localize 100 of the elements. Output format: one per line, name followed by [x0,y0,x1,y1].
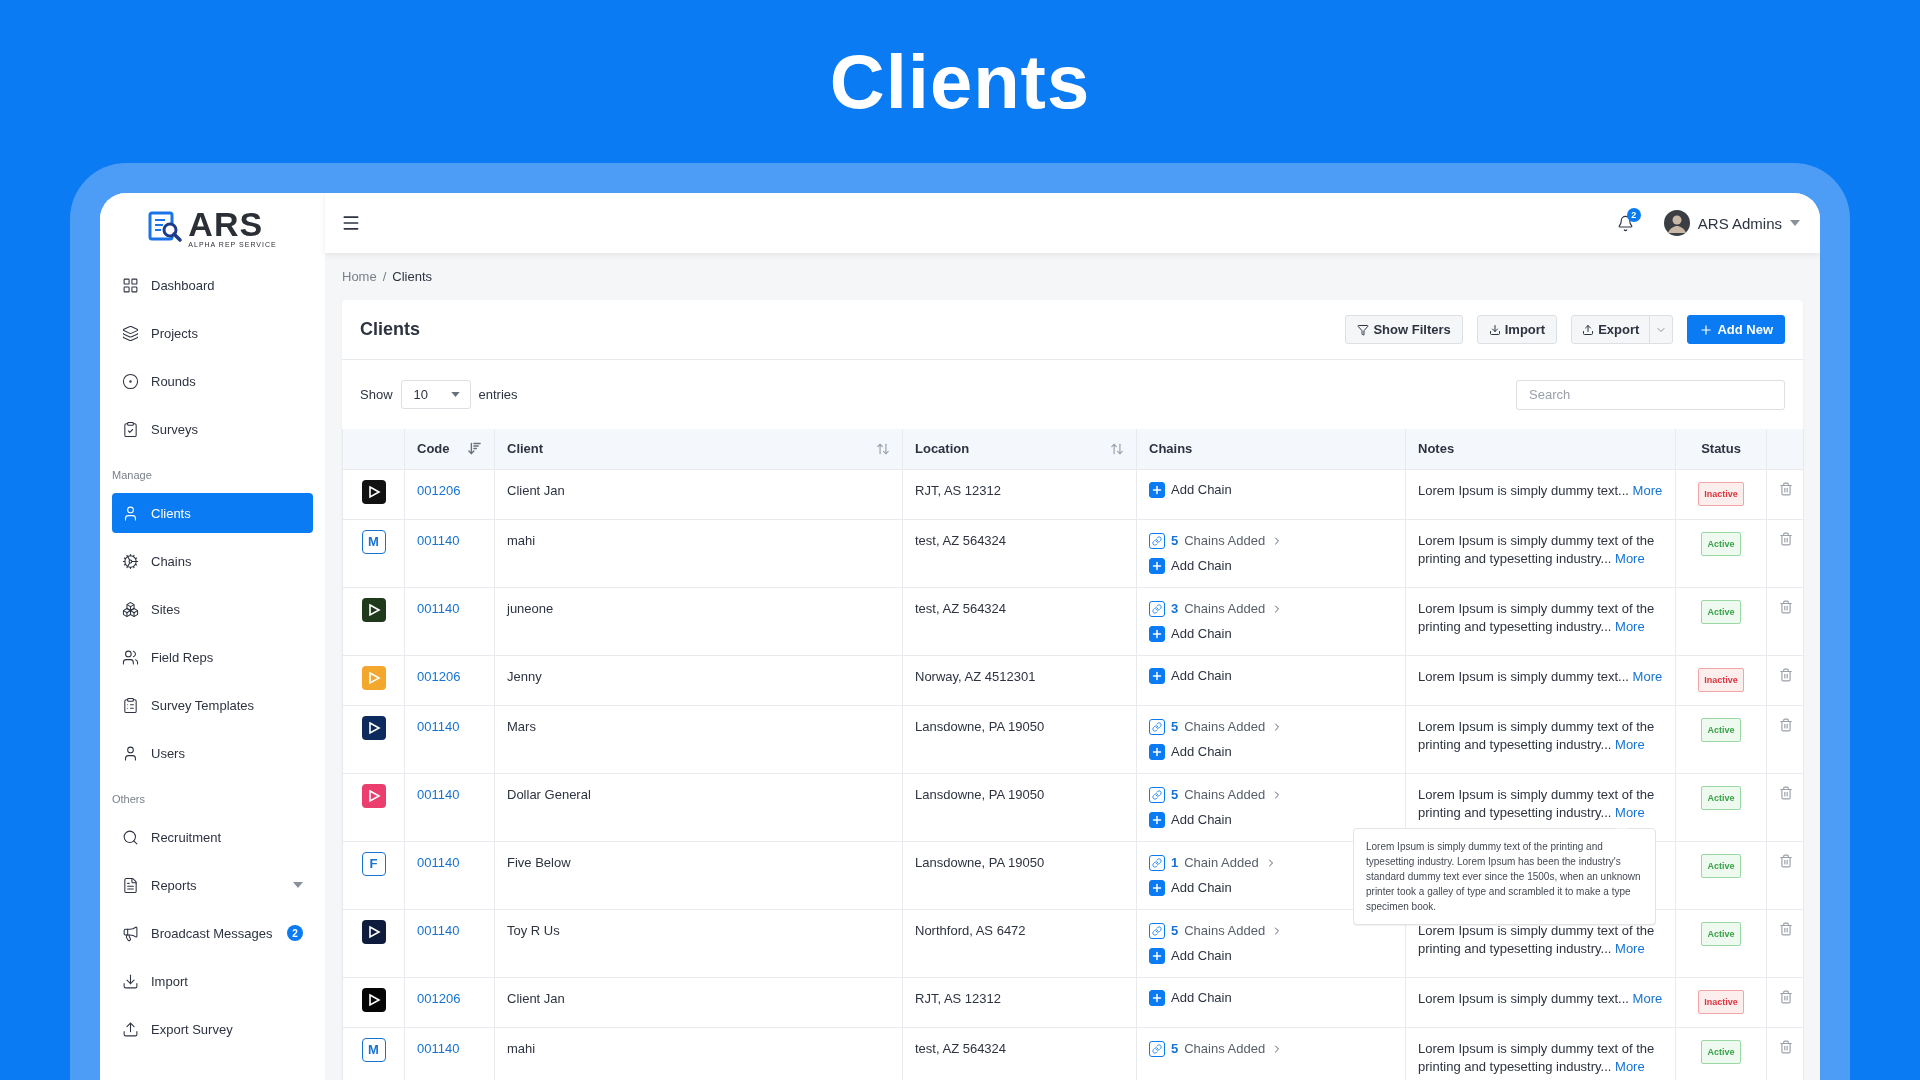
client-code-link[interactable]: 001140 [417,854,460,870]
brand-name: ARS [188,206,264,241]
table-cell: Dollar General [494,773,903,841]
sort-icon[interactable] [876,441,890,456]
plus-icon [1151,745,1163,758]
more-link[interactable]: More [1615,618,1645,634]
column-header: Status [1701,441,1741,457]
user-menu[interactable]: ARS Admins [1657,209,1806,237]
delete-button[interactable] [1779,785,1793,800]
page-heading: Clients [829,38,1091,125]
chains-added-link[interactable]: 5 Chains Added [1149,717,1284,736]
add-chain-button[interactable]: Add Chain [1149,811,1232,828]
chains-added-link[interactable]: 1 Chain Added [1149,853,1277,872]
delete-button[interactable] [1779,921,1793,936]
menu-button[interactable] [341,213,361,233]
sidebar-item[interactable]: Surveys [112,409,313,449]
add-new-button[interactable]: Add New [1687,315,1785,344]
note-text: Lorem Ipsum is simply dummy text of the printing and typesetting industry... More [1418,532,1655,566]
chains-added-link[interactable]: 5 Chains Added [1149,1039,1284,1058]
add-chain-button[interactable]: Add Chain [1149,481,1232,498]
breadcrumb-link[interactable]: Home [342,269,377,284]
plus-icon [1151,991,1163,1004]
more-link[interactable]: More [1615,550,1645,566]
bell-icon [1616,214,1634,232]
delete-button[interactable] [1779,1039,1793,1054]
client-code-link[interactable]: 001140 [417,786,460,802]
add-chain-button[interactable]: Add Chain [1149,625,1232,642]
chains-added-link[interactable]: 5 Chains Added [1149,531,1284,550]
show-filters-button[interactable]: Show Filters [1345,315,1463,344]
more-link[interactable]: More [1632,482,1663,498]
more-link[interactable]: More [1615,940,1645,956]
table-cell: Five Below [494,841,903,909]
sidebar-item[interactable]: Chains [112,541,313,581]
sidebar-item[interactable]: Broadcast Messages 2 [112,913,313,953]
more-link[interactable]: More [1615,804,1645,820]
client-code-link[interactable]: 001206 [417,482,461,498]
delete-button[interactable] [1779,717,1793,732]
add-chain-button[interactable]: Add Chain [1149,947,1232,964]
import-button[interactable]: Import [1476,315,1558,344]
filter-icon [1357,323,1370,336]
delete-button[interactable] [1779,989,1793,1004]
sidebar-item[interactable]: Dashboard [112,265,313,305]
search-field[interactable]: Search [1516,379,1785,410]
boxes-icon [122,600,139,618]
table-cell: juneone [494,587,903,655]
sidebar-item[interactable]: Users [112,733,313,773]
delete-button[interactable] [1779,599,1793,614]
status-badge: Active [1701,921,1741,946]
grid-icon [122,276,139,294]
sidebar-item[interactable]: Export Survey [112,1009,313,1049]
delete-button[interactable] [1779,853,1793,868]
entries-select[interactable]: 10 [400,380,471,409]
chains-added-link[interactable]: 5 Chains Added [1149,785,1284,804]
trash-icon [1779,785,1793,800]
note-text: Lorem Ipsum is simply dummy text... More [1418,990,1663,1006]
sidebar-item[interactable]: Clients [112,493,313,533]
delete-button[interactable] [1779,531,1793,546]
sort-icon[interactable] [467,441,482,457]
sidebar-item[interactable]: Rounds [112,361,313,401]
chains-added-link[interactable]: 5 Chains Added [1149,921,1284,940]
sidebar-item[interactable]: Sites [112,589,313,629]
add-chain-button[interactable]: Add Chain [1149,667,1232,684]
user-icon [122,504,139,522]
more-link[interactable]: More [1615,736,1645,752]
table-cell: Mars [494,705,903,773]
notifications-button[interactable] [1616,214,1634,232]
client-code-link[interactable]: 001140 [417,718,460,734]
client-code-link[interactable]: 001140 [417,922,460,938]
client-code-link[interactable]: 001140 [417,1040,460,1056]
table-cell: test, AZ 564324 [902,587,1137,655]
sidebar-item[interactable]: Field Reps [112,637,313,677]
sort-icon[interactable] [1110,441,1124,456]
sidebar-item[interactable]: Survey Templates [112,685,313,725]
client-code-link[interactable]: 001206 [417,990,461,1006]
card-title: Clients [360,319,421,340]
chains-added-link[interactable]: 3 Chains Added [1149,599,1284,618]
add-chain-button[interactable]: Add Chain [1149,743,1232,760]
client-code-link[interactable]: 001206 [417,668,461,684]
delete-button[interactable] [1779,667,1793,682]
more-link[interactable]: More [1615,1058,1645,1074]
note-text: Lorem Ipsum is simply dummy text of the printing and typesetting industry... More [1418,600,1655,634]
client-code-link[interactable]: 001140 [417,532,460,548]
add-chain-button[interactable]: Add Chain [1149,879,1232,896]
sidebar-item[interactable]: Recruitment [112,817,313,857]
upload-icon [1582,323,1595,336]
add-chain-button[interactable]: Add Chain [1149,557,1232,574]
more-link[interactable]: More [1632,990,1663,1006]
sidebar-item[interactable]: Projects [112,313,313,353]
breadcrumb-separator: / [382,269,387,284]
status-badge: Inactive [1698,989,1744,1014]
upload-icon [122,1020,139,1038]
client-code-link[interactable]: 001140 [417,600,460,616]
sidebar-item[interactable]: Import [112,961,313,1001]
plus-icon [1151,483,1163,496]
delete-button[interactable] [1779,481,1793,496]
link-icon [1152,603,1162,614]
more-link[interactable]: More [1632,668,1663,684]
add-chain-button[interactable]: Add Chain [1149,989,1232,1006]
sidebar-item[interactable]: Reports [112,865,313,905]
trash-icon [1779,853,1793,868]
